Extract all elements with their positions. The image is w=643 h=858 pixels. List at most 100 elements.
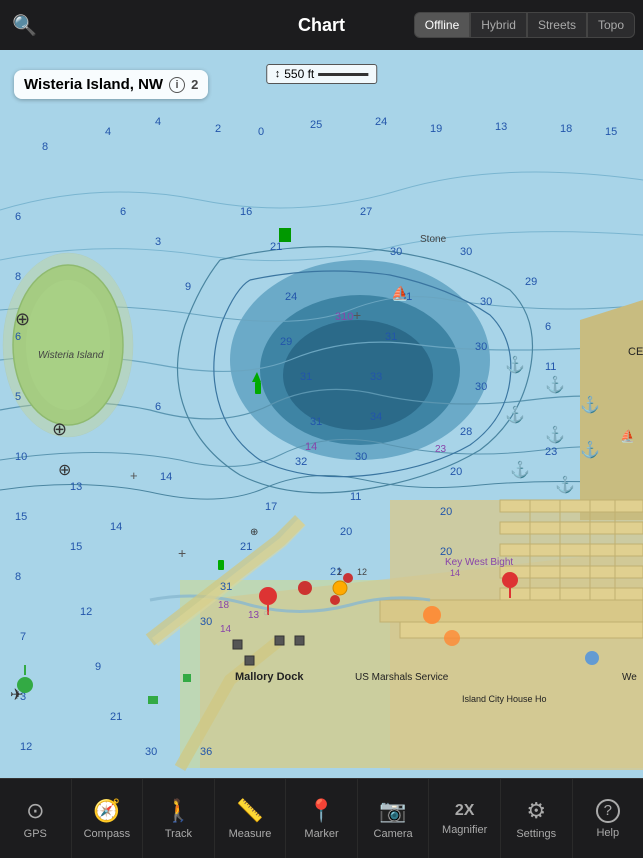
- svg-text:Mallory Dock: Mallory Dock: [235, 671, 304, 683]
- svg-text:21: 21: [110, 711, 122, 723]
- svg-text:⛵: ⛵: [391, 285, 408, 302]
- svg-text:14: 14: [450, 568, 460, 578]
- svg-text:29: 29: [525, 276, 537, 288]
- svg-text:10: 10: [15, 451, 27, 463]
- svg-text:6: 6: [545, 321, 551, 333]
- svg-text:30: 30: [200, 616, 212, 628]
- svg-text:9: 9: [95, 661, 101, 673]
- svg-text:2: 2: [337, 567, 342, 577]
- svg-text:13: 13: [248, 610, 260, 621]
- svg-text:11: 11: [545, 361, 556, 373]
- svg-text:⚓: ⚓: [545, 425, 565, 444]
- svg-text:28: 28: [460, 426, 472, 438]
- tool-gps[interactable]: ⊙ GPS: [0, 779, 72, 858]
- svg-text:21: 21: [270, 241, 282, 253]
- svg-text:33: 33: [370, 371, 382, 383]
- map-mode-streets[interactable]: Streets: [527, 12, 587, 38]
- map-mode-hybrid[interactable]: Hybrid: [470, 12, 527, 38]
- camera-icon: 📷: [379, 798, 406, 824]
- svg-text:6: 6: [15, 331, 21, 343]
- svg-text:Wisteria Island: Wisteria Island: [38, 350, 104, 361]
- svg-text:20: 20: [340, 526, 352, 538]
- map-view[interactable]: ↕ 550 ft Wisteria Island, NW i 2: [0, 50, 643, 778]
- svg-text:21: 21: [240, 541, 252, 553]
- svg-text:24: 24: [285, 291, 297, 303]
- tool-marker-label: Marker: [304, 828, 338, 840]
- svg-text:30: 30: [475, 381, 487, 393]
- location-name: Wisteria Island, NW: [24, 76, 163, 93]
- tool-measure-label: Measure: [229, 828, 272, 840]
- svg-text:15: 15: [70, 541, 82, 553]
- svg-text:✈: ✈: [10, 687, 23, 704]
- svg-text:+: +: [130, 468, 138, 483]
- svg-text:30: 30: [390, 246, 402, 258]
- svg-text:+: +: [178, 545, 186, 561]
- tool-camera[interactable]: 📷 Camera: [358, 779, 430, 858]
- magnifier-icon: 2X: [455, 802, 475, 820]
- info-button[interactable]: i: [169, 77, 185, 93]
- svg-text:We: We: [622, 672, 637, 683]
- svg-text:CE: CE: [628, 346, 643, 358]
- svg-text:⊕: ⊕: [58, 462, 71, 479]
- svg-text:31: 31: [310, 416, 322, 428]
- svg-text:15: 15: [605, 126, 617, 138]
- svg-text:3: 3: [155, 236, 161, 248]
- svg-text:2: 2: [215, 123, 221, 135]
- app-header: 🔍 Chart Offline Hybrid Streets Topo: [0, 0, 643, 50]
- tool-gps-label: GPS: [24, 828, 47, 840]
- svg-text:15: 15: [15, 511, 27, 523]
- svg-text:Key West Bight: Key West Bight: [445, 557, 513, 568]
- map-mode-offline[interactable]: Offline: [414, 12, 470, 38]
- svg-text:12: 12: [80, 606, 92, 618]
- svg-text:25: 25: [310, 119, 322, 131]
- svg-text:27: 27: [360, 206, 372, 218]
- svg-text:⊕: ⊕: [52, 419, 67, 439]
- svg-text:31: 31: [385, 331, 397, 343]
- tool-compass[interactable]: 🧭 Compass: [72, 779, 144, 858]
- svg-text:29: 29: [280, 336, 292, 348]
- svg-text:⊕: ⊕: [250, 527, 258, 538]
- search-icon[interactable]: 🔍: [12, 13, 37, 38]
- settings-icon: ⚙: [526, 798, 546, 824]
- svg-text:8: 8: [15, 571, 21, 583]
- map-mode-topo[interactable]: Topo: [587, 12, 635, 38]
- tool-measure[interactable]: 📏 Measure: [215, 779, 287, 858]
- tool-marker[interactable]: 📍 Marker: [286, 779, 358, 858]
- svg-text:12: 12: [357, 567, 367, 577]
- svg-text:14: 14: [220, 624, 232, 635]
- tool-settings[interactable]: ⚙ Settings: [501, 779, 573, 858]
- tool-compass-label: Compass: [84, 828, 130, 840]
- svg-text:12: 12: [20, 741, 32, 753]
- svg-text:14: 14: [305, 441, 317, 453]
- svg-text:31: 31: [220, 581, 232, 593]
- tool-magnifier-label: Magnifier: [442, 824, 487, 836]
- svg-text:23: 23: [435, 444, 447, 455]
- svg-text:310: 310: [335, 311, 353, 323]
- chart-svg: 8 4 4 2 0 25 24 19 13 18 15 6 8 6 5 10 1…: [0, 50, 643, 778]
- svg-text:30: 30: [355, 451, 367, 463]
- tool-track[interactable]: 🚶 Track: [143, 779, 215, 858]
- svg-text:8: 8: [42, 141, 48, 153]
- help-icon: ?: [596, 799, 620, 823]
- svg-text:30: 30: [145, 746, 157, 758]
- toolbar: ⊙ GPS 🧭 Compass 🚶 Track 📏 Measure 📍 Mark…: [0, 778, 643, 858]
- svg-text:○: ○: [263, 608, 269, 619]
- svg-text:11: 11: [350, 491, 361, 503]
- tool-camera-label: Camera: [374, 828, 413, 840]
- svg-text:18: 18: [560, 123, 572, 135]
- scale-text: 550 ft: [284, 67, 314, 81]
- svg-text:US Marshals Service: US Marshals Service: [355, 672, 449, 683]
- svg-text:20: 20: [450, 466, 462, 478]
- svg-text:14: 14: [160, 471, 172, 483]
- svg-text:+: +: [353, 307, 361, 323]
- svg-text:16: 16: [240, 206, 252, 218]
- tool-help-label: Help: [596, 827, 619, 839]
- svg-text:6: 6: [15, 211, 21, 223]
- svg-text:17: 17: [265, 501, 277, 513]
- svg-text:30: 30: [480, 296, 492, 308]
- tool-magnifier[interactable]: 2X Magnifier: [429, 779, 501, 858]
- tool-help[interactable]: ? Help: [573, 779, 643, 858]
- tool-settings-label: Settings: [516, 828, 556, 840]
- svg-text:⚓: ⚓: [510, 460, 530, 479]
- svg-text:⚓: ⚓: [545, 375, 565, 394]
